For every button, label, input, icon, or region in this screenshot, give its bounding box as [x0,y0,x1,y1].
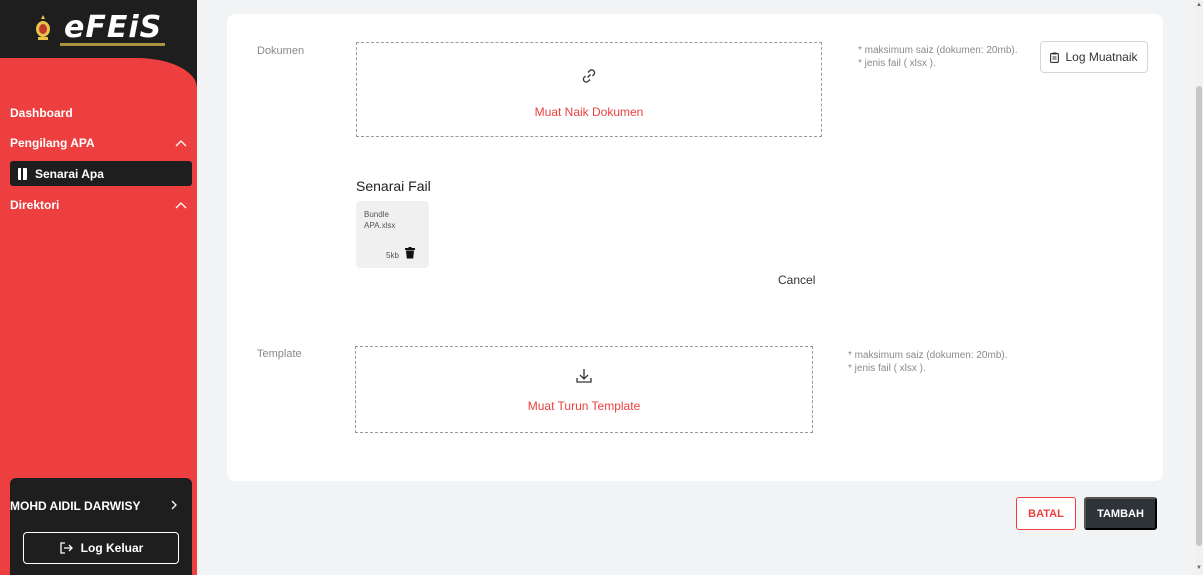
sidebar-item-direktori[interactable]: Direktori [10,193,187,217]
cancel-link[interactable]: Cancel [778,273,815,287]
logo-tagline [60,43,165,46]
sidebar-item-label: Dashboard [10,106,73,120]
tambah-button[interactable]: TAMBAH [1084,497,1157,530]
dokumen-hint: * maksimum saiz (dokumen: 20mb). * jenis… [858,44,1018,70]
logout-button[interactable]: Log Keluar [23,532,179,564]
scroll-up-arrow[interactable]: ▲ [1196,2,1202,8]
sidebar-item-pengilang-apa[interactable]: Pengilang APA [10,131,187,155]
app-logo[interactable]: eFEiS [34,10,163,45]
batal-button[interactable]: BATAL [1016,497,1076,530]
template-label: Template [257,348,302,360]
hint-max-size: * maksimum saiz (dokumen: 20mb). [858,45,1018,56]
hint-max-size: * maksimum saiz (dokumen: 20mb). [848,350,1008,361]
crest-icon [36,15,50,40]
download-text: Muat Turun Template [527,399,641,413]
upload-text: Muat Naik Dokumen [534,105,644,119]
sidebar-item-label: Direktori [10,198,60,212]
logout-label: Log Keluar [80,541,144,555]
log-muatnaik-label: Log Muatnaik [1065,50,1138,64]
file-size: 5kb [386,251,399,260]
logo-text: eFEiS [64,10,163,45]
chevron-right-icon [171,500,177,510]
sidebar-item-senarai-apa[interactable]: Senarai Apa [10,161,192,186]
sidebar-item-dashboard[interactable]: Dashboard [10,101,187,125]
user-card: MOHD AIDIL DARWISY Log Keluar [10,478,192,575]
template-hint: * maksimum saiz (dokumen: 20mb). * jenis… [848,349,1008,375]
file-name-line2: APA.xlsx [364,221,396,230]
hint-file-type: * jenis fail ( xlsx ). [848,363,926,374]
upload-dropzone[interactable]: Muat Naik Dokumen [356,42,822,137]
document-icon [18,167,27,180]
template-dropzone[interactable]: Muat Turun Template [355,346,813,433]
file-name-line1: Bundle [364,210,389,219]
logout-icon [60,542,73,554]
file-tile[interactable]: Bundle APA.xlsx 5kb [356,201,429,268]
chevron-up-icon [175,202,187,209]
user-profile-link[interactable]: MOHD AIDIL DARWISY [10,499,192,513]
log-muatnaik-button[interactable]: Log Muatnaik [1040,41,1148,73]
chevron-up-icon [175,140,187,147]
clipboard-icon [1050,52,1060,63]
dokumen-label: Dokumen [257,45,305,57]
sidebar-item-label: Senarai Apa [35,166,104,181]
user-name: MOHD AIDIL DARWISY [10,499,141,513]
file-list-title: Senarai Fail [356,178,431,194]
hint-file-type: * jenis fail ( xlsx ). [858,58,936,69]
sidebar: eFEiS Dashboard Pengilang APA Direktori … [0,0,197,575]
trash-icon[interactable] [405,247,415,259]
form-card: Dokumen Muat Naik Dokumen * maksimum sai… [227,14,1163,481]
scroll-thumb[interactable] [1196,86,1202,546]
sidebar-item-label: Pengilang APA [10,136,95,150]
scroll-down-arrow[interactable]: ▼ [1196,565,1202,571]
download-icon [576,369,592,383]
link-icon [582,69,596,83]
page-scrollbar[interactable]: ▲ ▼ [1195,0,1203,575]
file-name: Bundle APA.xlsx [364,209,395,231]
